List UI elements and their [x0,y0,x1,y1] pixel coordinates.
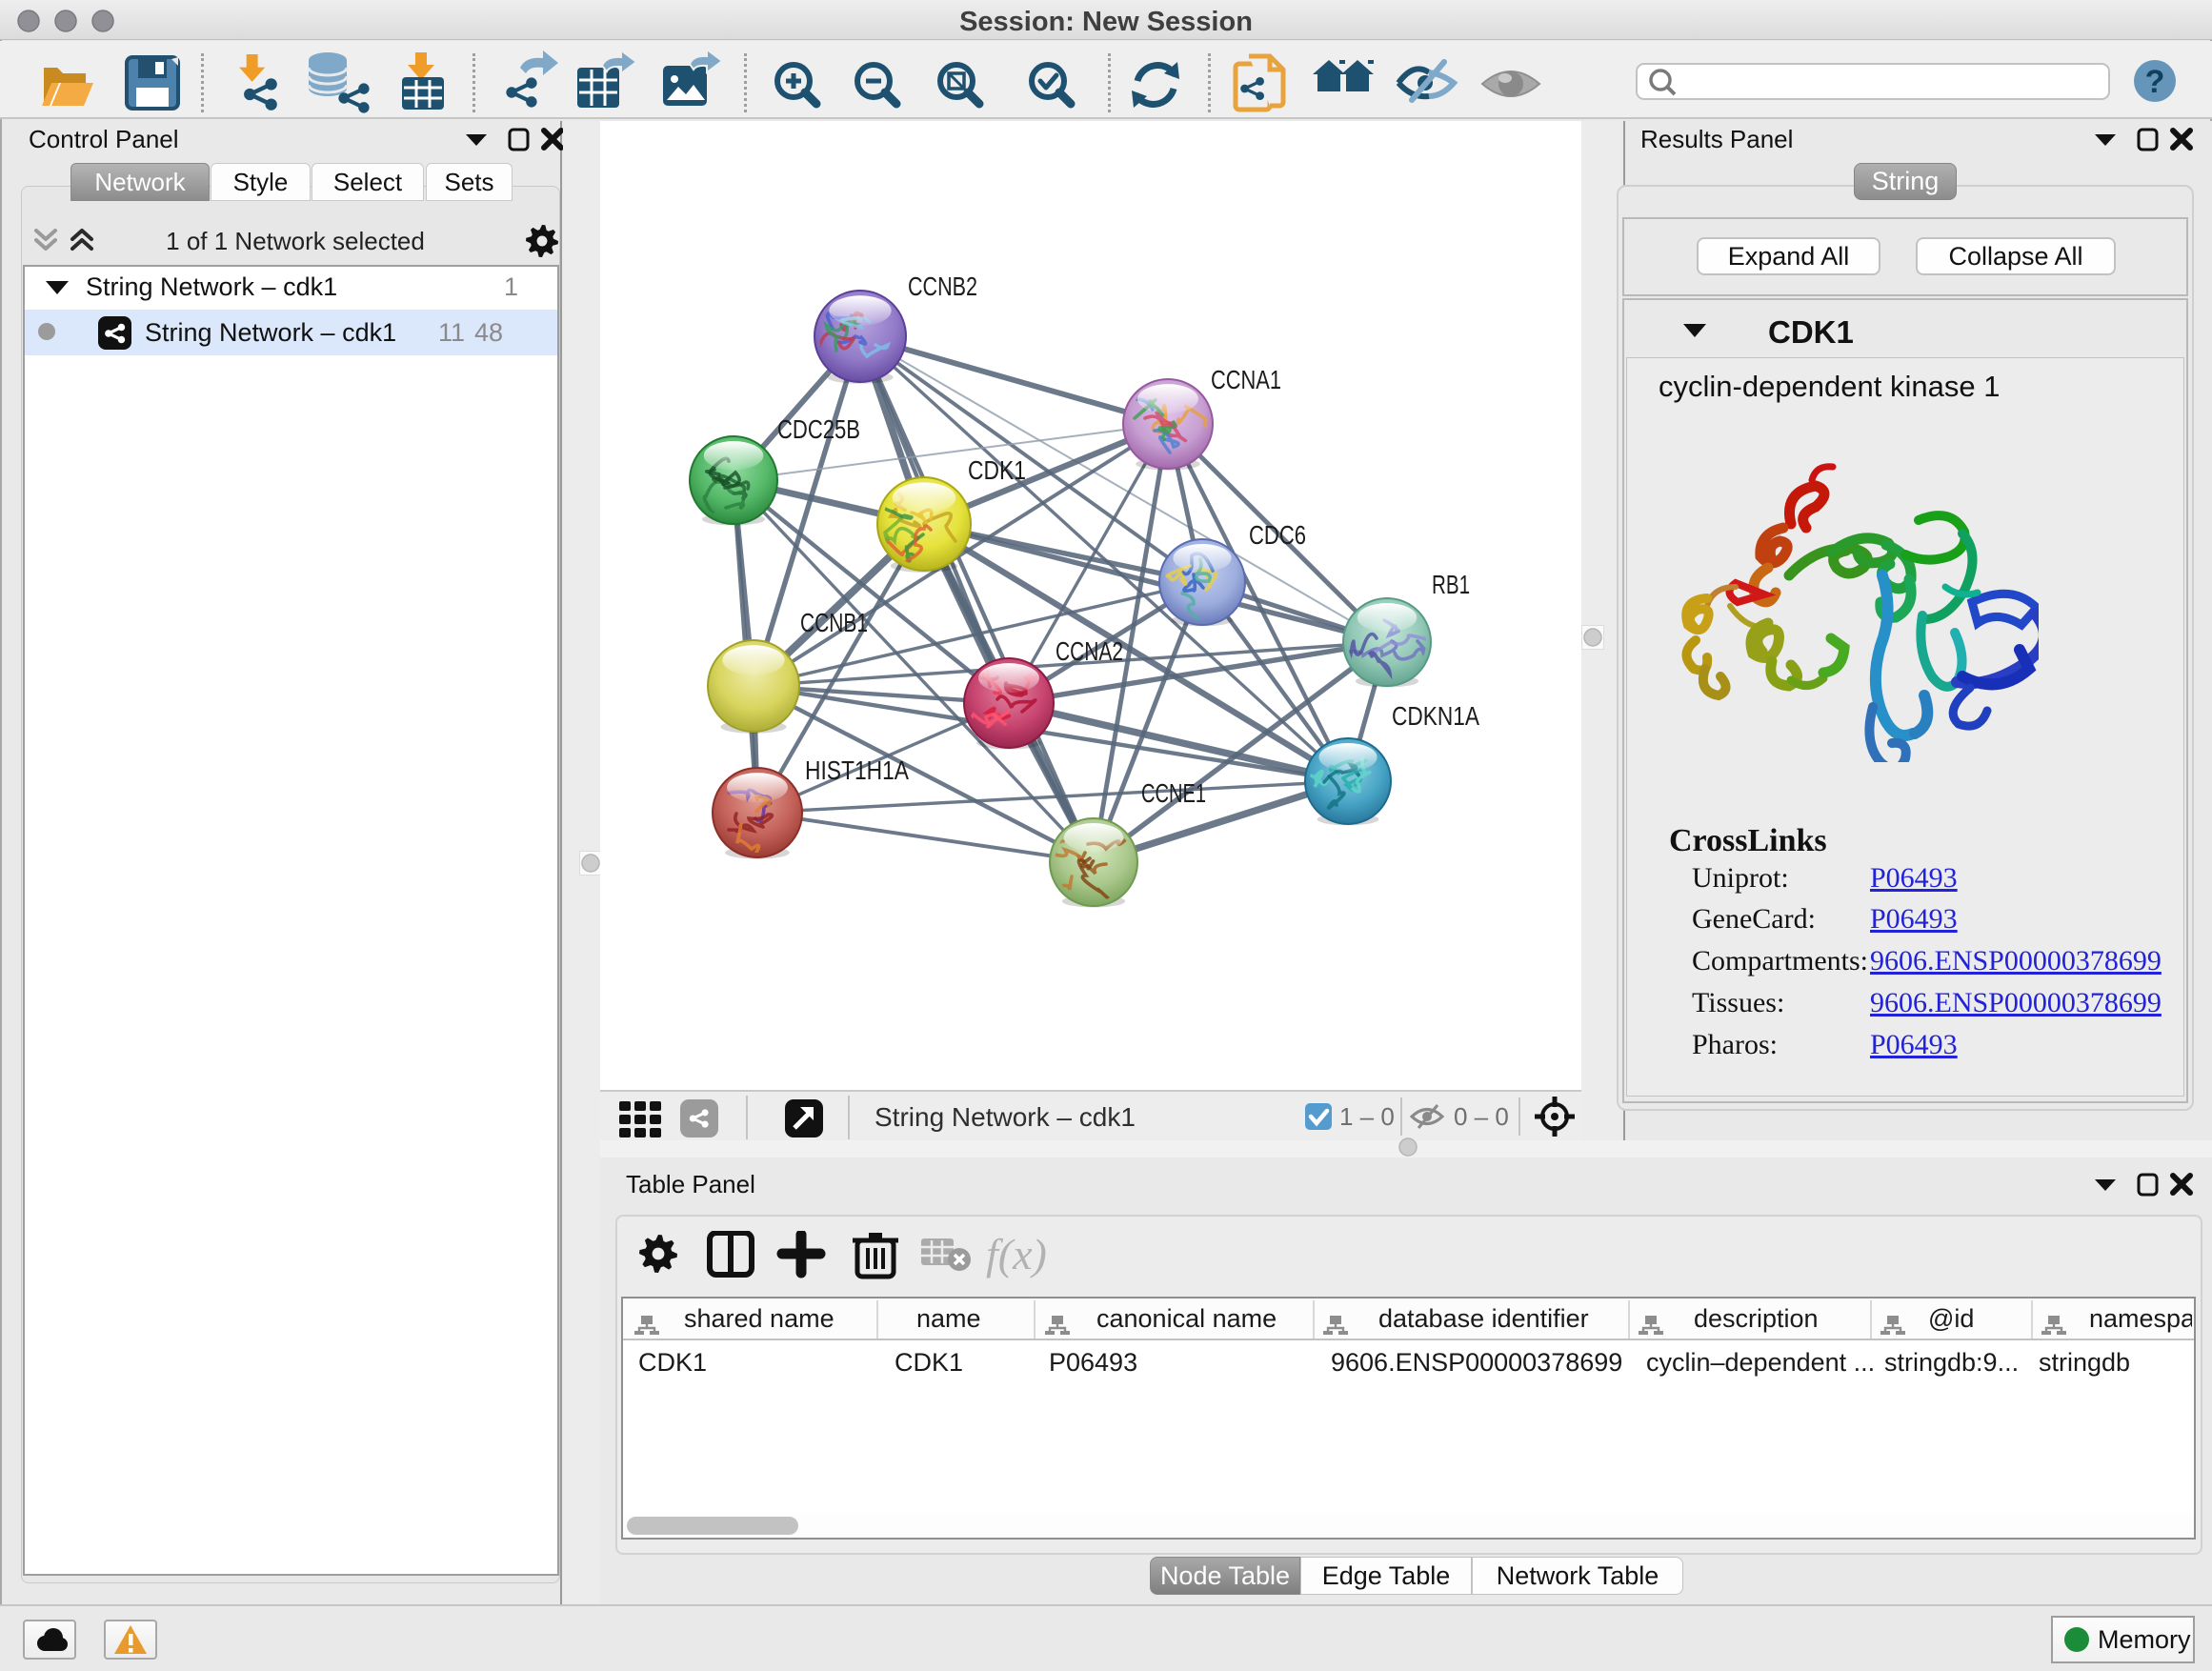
svg-text:CDKN1A: CDKN1A [1392,701,1479,731]
svg-text:1 – 0: 1 – 0 [1339,1102,1395,1131]
svg-text:CCNB1: CCNB1 [800,608,868,637]
svg-text:CDK1: CDK1 [968,455,1026,485]
svg-text:CDC25B: CDC25B [777,414,860,444]
svg-text:f(x): f(x) [986,1231,1047,1278]
svg-text:0 – 0: 0 – 0 [1454,1102,1509,1131]
svg-text:CCNA1: CCNA1 [1211,365,1281,394]
svg-text:CCNA2: CCNA2 [1056,636,1123,666]
svg-text:CCNE1: CCNE1 [1141,778,1206,808]
svg-text:RB1: RB1 [1432,570,1470,599]
svg-text:HIST1H1A: HIST1H1A [805,755,909,785]
svg-text:CCNB2: CCNB2 [908,272,977,301]
svg-text:CDC6: CDC6 [1249,520,1306,550]
svg-text:?: ? [2145,64,2165,100]
